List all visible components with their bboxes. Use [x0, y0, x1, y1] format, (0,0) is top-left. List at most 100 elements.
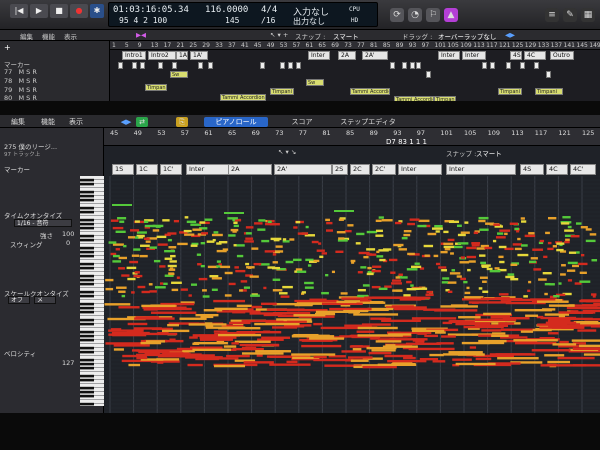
midi-note[interactable]	[234, 266, 239, 269]
midi-note[interactable]	[156, 358, 180, 361]
midi-note[interactable]	[571, 339, 600, 342]
midi-note[interactable]	[561, 222, 570, 225]
midi-note[interactable]	[479, 276, 488, 279]
midi-note[interactable]	[390, 271, 396, 274]
midi-note[interactable]	[552, 245, 557, 248]
midi-note[interactable]	[234, 340, 271, 343]
midi-note[interactable]	[186, 220, 197, 224]
midi-note[interactable]	[452, 358, 472, 361]
midi-note[interactable]	[133, 274, 143, 278]
midi-note[interactable]	[398, 248, 407, 251]
midi-note[interactable]	[152, 224, 164, 228]
midi-note[interactable]	[582, 304, 600, 307]
midi-note[interactable]	[294, 299, 339, 303]
midi-note[interactable]	[457, 233, 466, 237]
midi-note[interactable]	[392, 289, 403, 292]
midi-note[interactable]	[448, 351, 483, 354]
midi-note[interactable]	[378, 249, 389, 252]
region[interactable]	[416, 62, 421, 69]
region[interactable]	[118, 62, 123, 69]
midi-note[interactable]	[447, 238, 455, 242]
midi-note[interactable]	[580, 253, 585, 257]
cycle-icon[interactable]: ⟳	[390, 8, 404, 22]
midi-note[interactable]	[319, 255, 324, 259]
midi-note[interactable]	[227, 217, 238, 220]
region[interactable]: Tammi Accordion	[220, 94, 266, 101]
midi-note[interactable]	[293, 314, 326, 317]
marker[interactable]: 4S	[520, 164, 544, 175]
midi-note[interactable]	[246, 266, 255, 269]
midi-note[interactable]	[418, 219, 430, 223]
midi-note[interactable]	[556, 248, 564, 252]
midi-note[interactable]	[296, 270, 307, 273]
black-key[interactable]	[80, 210, 94, 214]
midi-note[interactable]	[585, 299, 600, 303]
midi-note[interactable]	[537, 300, 569, 303]
midi-note[interactable]	[523, 295, 528, 298]
midi-note[interactable]	[552, 343, 577, 346]
region[interactable]: Tammi Accordion	[350, 88, 390, 95]
midi-note[interactable]	[521, 220, 527, 223]
marker[interactable]: Inter	[446, 164, 516, 175]
pane-divider[interactable]	[0, 101, 600, 115]
midi-note[interactable]	[338, 237, 345, 240]
midi-note[interactable]	[366, 230, 378, 234]
midi-note[interactable]	[228, 282, 236, 286]
midi-note[interactable]	[222, 248, 229, 251]
tab-score[interactable]: スコア	[282, 117, 322, 127]
midi-note[interactable]	[131, 332, 178, 336]
midi-note[interactable]	[110, 219, 119, 222]
midi-note[interactable]	[584, 318, 600, 321]
midi-note[interactable]	[391, 305, 414, 308]
midi-note[interactable]	[561, 264, 566, 267]
midi-note[interactable]	[547, 360, 571, 364]
midi-note[interactable]	[524, 234, 536, 238]
black-key[interactable]	[80, 290, 94, 294]
midi-note[interactable]	[258, 219, 266, 222]
midi-note[interactable]	[344, 324, 372, 327]
midi-note[interactable]	[384, 354, 413, 358]
midi-note[interactable]	[545, 321, 577, 324]
midi-note[interactable]	[192, 342, 200, 346]
midi-note[interactable]	[245, 232, 252, 235]
midi-note[interactable]	[170, 267, 174, 270]
midi-note[interactable]	[180, 288, 188, 291]
midi-note[interactable]	[567, 279, 573, 282]
black-key[interactable]	[80, 394, 94, 398]
midi-note[interactable]	[564, 240, 570, 244]
midi-note[interactable]	[441, 335, 456, 338]
marker[interactable]: 2S	[332, 164, 348, 175]
midi-note[interactable]	[139, 254, 148, 258]
midi-note[interactable]	[520, 330, 534, 333]
midi-note[interactable]	[433, 254, 439, 258]
midi-note[interactable]	[407, 252, 415, 256]
midi-note[interactable]	[459, 261, 470, 264]
midi-note[interactable]	[379, 258, 386, 262]
marker[interactable]: 2A'	[362, 51, 388, 60]
midi-note[interactable]	[456, 275, 462, 278]
midi-note[interactable]	[130, 229, 140, 232]
midi-note[interactable]	[352, 348, 362, 351]
midi-note[interactable]	[572, 347, 600, 351]
midi-note[interactable]	[521, 244, 528, 247]
midi-note[interactable]	[458, 316, 481, 319]
midi-note[interactable]	[357, 271, 363, 274]
midi-note[interactable]	[409, 218, 420, 221]
track-msr[interactable]: M S R	[18, 77, 36, 85]
midi-note[interactable]	[213, 231, 219, 234]
midi-note[interactable]	[313, 259, 320, 263]
automation-icon[interactable]: ▶◀	[136, 31, 146, 39]
midi-note[interactable]	[429, 353, 444, 357]
midi-note[interactable]	[403, 356, 416, 360]
midi-note[interactable]	[261, 336, 291, 339]
midi-note[interactable]	[313, 355, 327, 359]
midi-note[interactable]	[547, 241, 552, 245]
midi-note[interactable]	[145, 340, 166, 343]
midi-note[interactable]	[376, 250, 380, 254]
midi-note[interactable]	[134, 271, 140, 274]
midi-note[interactable]	[204, 322, 213, 325]
midi-note[interactable]	[118, 267, 125, 270]
midi-note[interactable]	[566, 269, 576, 272]
midi-note[interactable]	[468, 260, 476, 263]
midi-note[interactable]	[427, 232, 437, 236]
